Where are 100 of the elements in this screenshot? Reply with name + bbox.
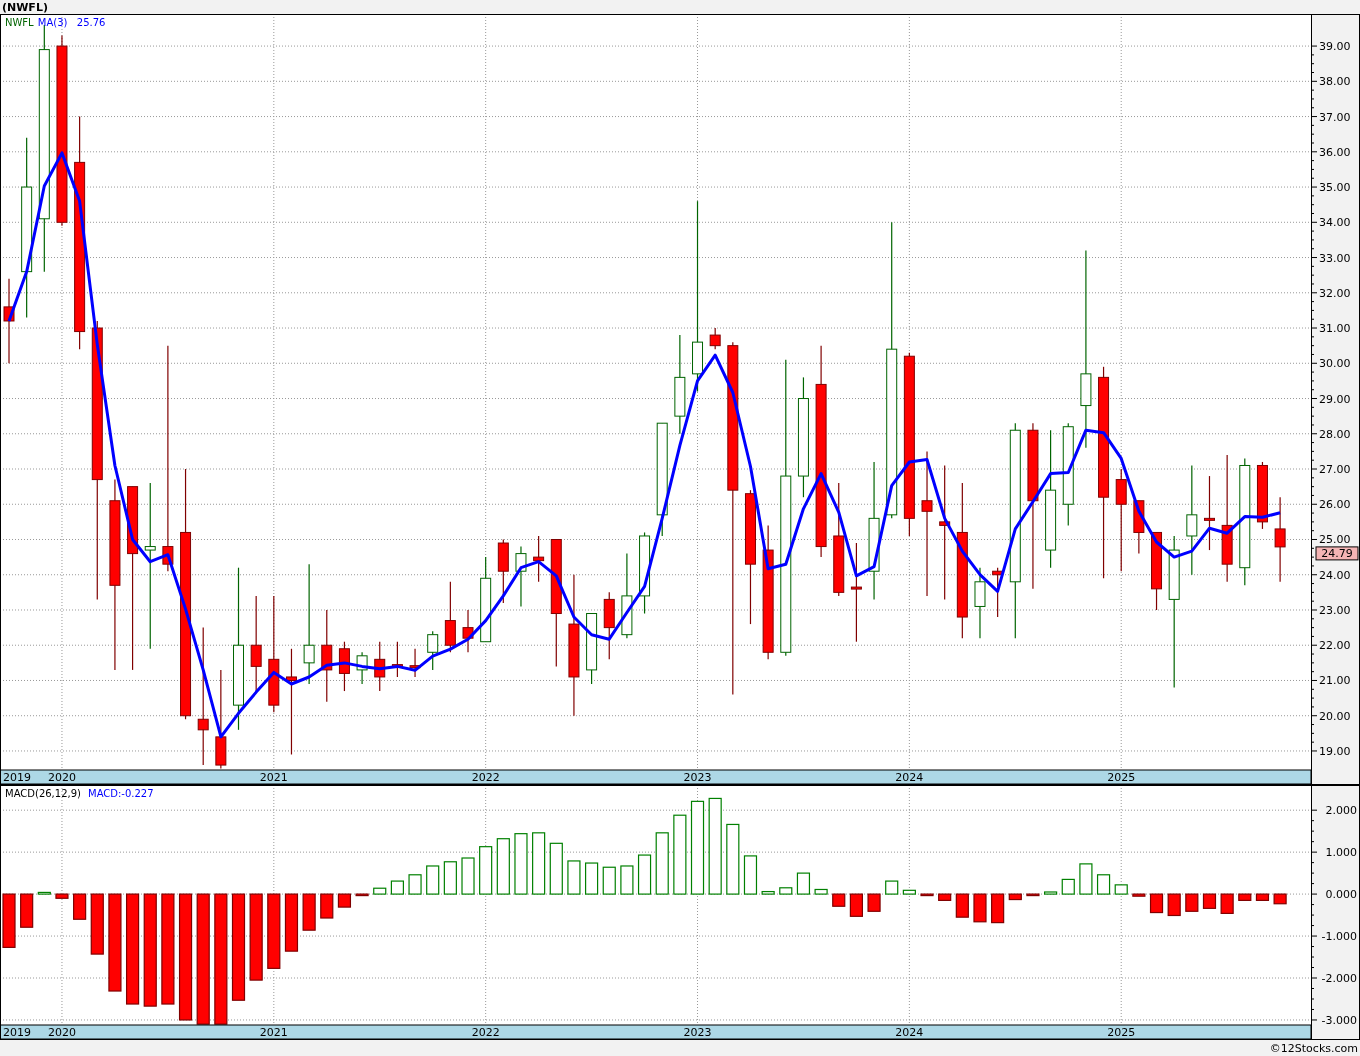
axis-label: 1.000 [1325, 846, 1357, 860]
axis-label: 26.00 [1319, 498, 1351, 512]
axis-label: 39.00 [1319, 40, 1351, 54]
histogram-bar [920, 893, 934, 897]
histogram-bar [1149, 893, 1164, 914]
histogram-bar [973, 893, 987, 923]
axis-label: 22.00 [1319, 639, 1351, 653]
axis-label: 2023 [683, 771, 712, 784]
copyright-text: ©12Stocks.com [1269, 1041, 1358, 1055]
histogram-bar [779, 887, 793, 895]
histogram-bar [479, 846, 493, 895]
histogram-bar [549, 842, 563, 895]
axis-label: 2023 [683, 1026, 712, 1039]
histogram-bar [1114, 884, 1128, 895]
candlestick [974, 567, 986, 639]
histogram-bar [849, 893, 863, 917]
axis-label: 21.00 [1319, 674, 1351, 688]
axis-label: 36.00 [1319, 145, 1351, 159]
histogram-bar [726, 823, 740, 895]
candlestick [603, 591, 615, 660]
histogram-bar [461, 857, 475, 895]
histogram-bar [408, 874, 422, 895]
legend-label: MACD:-0.227 [88, 788, 154, 799]
candlestick [409, 648, 421, 678]
histogram-bar [885, 880, 899, 895]
axis-label: 20.00 [1319, 709, 1351, 723]
axis-label: 2020 [47, 771, 76, 784]
histogram-bar [567, 860, 581, 895]
candlestick [1256, 461, 1268, 530]
histogram-bar [1220, 893, 1234, 914]
histogram-bar [20, 893, 34, 928]
histogram-bar [1132, 893, 1146, 897]
histogram-bar [337, 893, 352, 908]
histogram-bar [73, 893, 87, 920]
histogram-bar [796, 872, 811, 895]
axis-label: 2022 [471, 771, 500, 784]
axis-label: 2022 [471, 1026, 500, 1039]
axis-label: 2.000 [1325, 804, 1357, 818]
axis-label: 25.00 [1319, 533, 1351, 547]
histogram-bar [602, 866, 616, 895]
histogram-bar [955, 893, 969, 918]
histogram-bar [355, 893, 369, 897]
candlestick [462, 609, 474, 653]
axis-label: 38.00 [1319, 75, 1351, 89]
legend-label: MACD(26,12,9) [5, 788, 81, 799]
axis-label: 32.00 [1319, 286, 1351, 300]
histogram-bar [620, 865, 634, 895]
histogram-bar [373, 887, 387, 895]
histogram-bar [832, 893, 846, 907]
histogram-bar [2, 893, 16, 948]
histogram-bar [991, 893, 1005, 924]
axis-label: 2024 [895, 771, 924, 784]
histogram-bar [1008, 893, 1022, 901]
axis-label: 0.000 [1325, 888, 1357, 902]
histogram-bar [284, 893, 299, 952]
axis-label: 2021 [259, 771, 288, 784]
chart-title: (NWFL) [2, 0, 48, 14]
axis-label: 27.00 [1319, 463, 1351, 476]
histogram-bar [443, 861, 457, 895]
histogram-bar [1044, 891, 1058, 895]
legend-label: MA(3) [37, 17, 68, 28]
candlestick [391, 641, 403, 678]
candlestick [709, 327, 721, 350]
histogram-bar [902, 889, 916, 895]
histogram-bar [867, 893, 881, 912]
axis-label: 37.00 [1319, 110, 1351, 124]
axis-label: -3.000 [1321, 1013, 1357, 1027]
axis-label: -1.000 [1321, 930, 1357, 944]
histogram-bar [1096, 874, 1111, 895]
histogram-bar [1255, 893, 1270, 901]
histogram-bar [90, 893, 104, 955]
candlestick [533, 535, 545, 583]
legend-label: 25.76 [76, 17, 106, 28]
histogram-bar [496, 838, 510, 895]
histogram-bar [1167, 893, 1181, 917]
histogram-bar [814, 888, 828, 895]
histogram-bar [1026, 893, 1040, 897]
axis-label: 30.00 [1319, 357, 1351, 371]
axis-label: 31.00 [1319, 322, 1351, 336]
histogram-bar [1079, 863, 1093, 895]
histogram-bar [1273, 893, 1287, 905]
axis-label: 29.00 [1319, 392, 1351, 406]
histogram-bar [1238, 893, 1252, 901]
histogram-bar [320, 893, 334, 919]
candlestick [427, 630, 439, 671]
candlestick [338, 641, 350, 692]
histogram-bar [655, 832, 669, 895]
histogram-bar [1061, 878, 1075, 895]
candlestick [515, 545, 527, 608]
histogram-bar [37, 891, 51, 895]
axis-label: 2024 [895, 1026, 924, 1039]
axis-label: 2021 [259, 1026, 288, 1039]
axis-label: 19.00 [1319, 744, 1351, 758]
candlestick [497, 538, 509, 604]
histogram-bar [1202, 893, 1217, 909]
histogram-bar [761, 890, 775, 895]
axis-label: 2020 [47, 1026, 76, 1039]
price-tag: 24.79 [1315, 546, 1359, 561]
histogram-bar [55, 893, 69, 899]
axis-label: 34.00 [1319, 216, 1351, 230]
